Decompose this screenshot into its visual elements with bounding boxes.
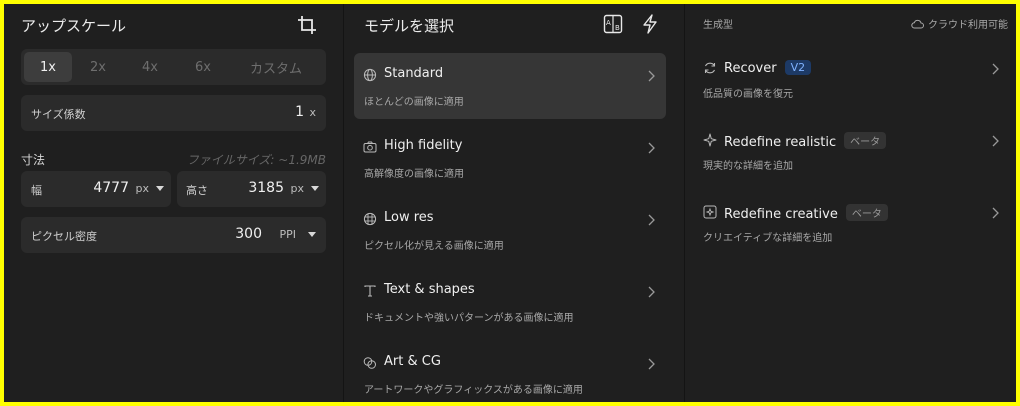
- scale-option-6x[interactable]: 6x: [176, 52, 230, 82]
- generative-name-text: Redefine realistic: [724, 135, 837, 150]
- generative-panel: 生成型 クラウド利用可能 Recover V2 低品質の画像を復元 Redefin…: [685, 4, 1016, 402]
- size-factor-label: サイズ係数: [31, 108, 86, 121]
- crop-icon[interactable]: [296, 14, 318, 36]
- model-option-high-fidelity[interactable]: High fidelity 高解像度の画像に適用: [354, 125, 666, 191]
- svg-text:B: B: [615, 24, 620, 32]
- scale-option-2x[interactable]: 2x: [72, 52, 124, 82]
- generative-name-text: Redefine creative: [724, 207, 838, 222]
- text-icon: [364, 285, 376, 297]
- globe-icon: [363, 68, 377, 82]
- generative-name-text: Recover: [724, 61, 777, 76]
- height-value[interactable]: 3185: [248, 180, 284, 196]
- generative-option-recover[interactable]: Recover V2 低品質の画像を復元: [685, 55, 1016, 115]
- width-unit[interactable]: px: [136, 182, 150, 195]
- camera-icon: [363, 141, 377, 153]
- chevron-right-icon: [992, 207, 999, 219]
- model-panel: モデルを選択 A B Standard ほとんどの画像に適用 High fide…: [343, 4, 685, 402]
- generative-option-name: Recover V2: [724, 60, 812, 76]
- height-unit-dropdown-icon[interactable]: [311, 186, 319, 191]
- app-frame: アップスケール 1x 2x 4x 6x カスタム サイズ係数 1 x 寸法 ファ…: [4, 4, 1016, 402]
- model-description: ほとんどの画像に適用: [364, 97, 464, 108]
- model-name: Text & shapes: [384, 282, 475, 297]
- cloud-icon: [911, 19, 924, 28]
- chevron-right-icon: [648, 358, 655, 370]
- width-field[interactable]: 幅 4777 px: [21, 171, 171, 207]
- generative-option-name: Redefine creative ベータ: [724, 204, 888, 222]
- file-size-hint: ファイルサイズ: ~1.9MB: [186, 153, 326, 167]
- chevron-right-icon: [648, 214, 655, 226]
- size-factor-field[interactable]: サイズ係数 1 x: [21, 95, 326, 131]
- upscale-panel: アップスケール 1x 2x 4x 6x カスタム サイズ係数 1 x 寸法 ファ…: [4, 4, 342, 402]
- svg-text:A: A: [606, 19, 611, 27]
- palette-icon: [363, 357, 376, 369]
- model-description: ドキュメントや強いパターンがある画像に適用: [364, 313, 574, 324]
- cloud-availability-label: クラウド利用可能: [928, 20, 1008, 31]
- model-option-text-shapes[interactable]: Text & shapes ドキュメントや強いパターンがある画像に適用: [354, 269, 666, 335]
- generative-option-name: Redefine realistic ベータ: [724, 132, 887, 150]
- refresh-icon: [704, 62, 716, 74]
- model-description: 高解像度の画像に適用: [364, 169, 464, 180]
- pixel-density-label: ピクセル密度: [31, 230, 97, 243]
- beta-badge: ベータ: [844, 132, 887, 149]
- model-panel-title: モデルを選択: [364, 17, 455, 35]
- sparkle-icon: [703, 133, 717, 147]
- model-name: High fidelity: [384, 138, 463, 153]
- model-name: Art & CG: [384, 354, 441, 369]
- pixel-density-unit[interactable]: PPI: [279, 228, 296, 241]
- scale-selector: 1x 2x 4x 6x カスタム: [21, 49, 326, 85]
- chevron-right-icon: [992, 63, 999, 75]
- dimensions-label: 寸法: [21, 153, 46, 167]
- size-factor-unit: x: [309, 106, 316, 119]
- width-value[interactable]: 4777: [93, 180, 129, 196]
- model-name: Low res: [384, 210, 434, 225]
- scale-option-1x[interactable]: 1x: [24, 52, 72, 82]
- cloud-availability: クラウド利用可能: [911, 16, 1008, 31]
- beta-badge: ベータ: [845, 204, 888, 221]
- generative-option-redefine-realistic[interactable]: Redefine realistic ベータ 現実的な詳細を追加: [685, 127, 1016, 187]
- generative-option-description: 低品質の画像を復元: [703, 89, 793, 100]
- model-option-art-cg[interactable]: Art & CG アートワークやグラフィックスがある画像に適用: [354, 341, 666, 402]
- model-option-standard[interactable]: Standard ほとんどの画像に適用: [354, 53, 666, 119]
- height-field[interactable]: 高さ 3185 px: [177, 171, 326, 207]
- chevron-right-icon: [648, 286, 655, 298]
- generative-option-description: クリエイティブな詳細を追加: [703, 233, 833, 244]
- chevron-right-icon: [648, 70, 655, 82]
- compare-icon[interactable]: A B: [602, 13, 624, 35]
- width-unit-dropdown-icon[interactable]: [156, 186, 164, 191]
- pixel-density-value[interactable]: 300: [235, 226, 262, 242]
- height-label: 高さ: [186, 184, 208, 197]
- image-sparkle-icon: [703, 205, 717, 219]
- chevron-right-icon: [648, 142, 655, 154]
- generative-option-redefine-creative[interactable]: Redefine creative ベータ クリエイティブな詳細を追加: [685, 199, 1016, 259]
- density-unit-dropdown-icon[interactable]: [308, 232, 316, 237]
- height-unit[interactable]: px: [291, 182, 305, 195]
- model-description: ピクセル化が見える画像に適用: [364, 241, 504, 252]
- upscale-title: アップスケール: [21, 17, 127, 35]
- model-description: アートワークやグラフィックスがある画像に適用: [364, 385, 583, 396]
- size-factor-value[interactable]: 1: [295, 104, 304, 120]
- scale-option-custom[interactable]: カスタム: [230, 52, 322, 82]
- width-label: 幅: [31, 184, 42, 197]
- lightning-icon[interactable]: [639, 13, 661, 35]
- grid-globe-icon: [363, 212, 377, 226]
- scale-option-4x[interactable]: 4x: [124, 52, 176, 82]
- version-badge: V2: [784, 60, 812, 75]
- generative-option-description: 現実的な詳細を追加: [703, 161, 793, 172]
- model-name: Standard: [384, 66, 444, 81]
- pixel-density-field[interactable]: ピクセル密度 300 PPI: [21, 217, 326, 253]
- model-option-low-res[interactable]: Low res ピクセル化が見える画像に適用: [354, 197, 666, 263]
- generative-title: 生成型: [703, 20, 733, 31]
- chevron-right-icon: [992, 135, 999, 147]
